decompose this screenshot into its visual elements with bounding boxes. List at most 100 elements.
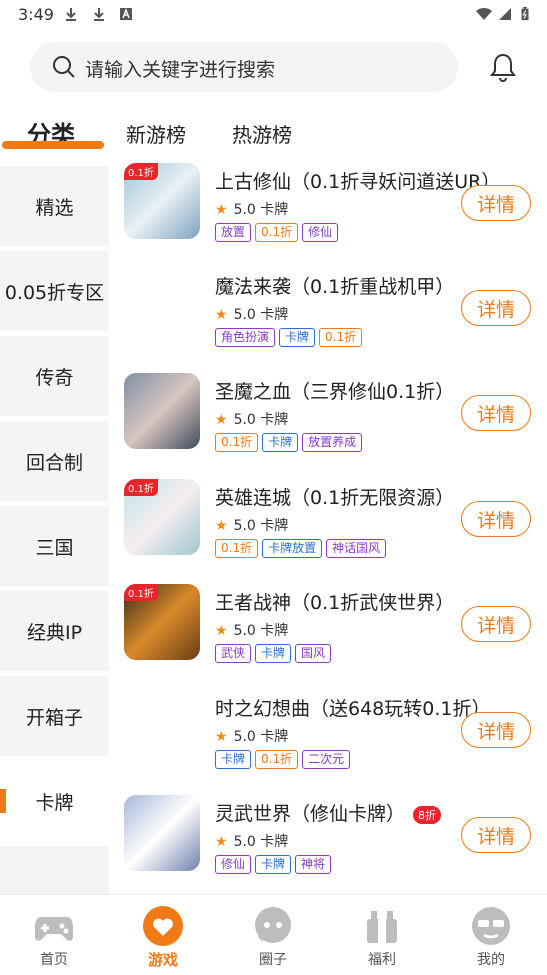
game-rating: ★ 5.0 卡牌 bbox=[215, 726, 288, 746]
signal-icon bbox=[499, 8, 511, 20]
game-icon[interactable] bbox=[124, 795, 200, 871]
game-title[interactable]: 灵武世界（修仙卡牌） 8折 bbox=[215, 799, 442, 826]
sidebar-item-open-box[interactable]: 开箱子 bbox=[0, 676, 109, 756]
detail-button[interactable]: 详情 bbox=[461, 712, 531, 748]
game-tag: 神将 bbox=[295, 855, 332, 874]
game-title-text: 英雄连城（0.1折无限资源） bbox=[215, 487, 455, 509]
nav-home[interactable]: 首页 bbox=[14, 905, 94, 969]
sidebar-item-turn-based[interactable]: 回合制 bbox=[0, 421, 109, 501]
game-title-text: 时之幻想曲（送648玩转0.1折） bbox=[215, 698, 491, 720]
rating-value: 5.0 bbox=[233, 834, 256, 850]
sidebar-item-005-zone[interactable]: 0.05折专区 bbox=[0, 251, 109, 331]
game-rating: ★ 5.0 卡牌 bbox=[215, 304, 288, 324]
nav-games[interactable]: 游戏 bbox=[123, 905, 203, 969]
search-placeholder: 请输入关键字进行搜索 bbox=[85, 59, 276, 81]
star-icon: ★ bbox=[215, 623, 228, 639]
game-title[interactable]: 魔法来袭（0.1折重战机甲） bbox=[215, 272, 454, 299]
sidebar-item-classic-ip[interactable]: 经典IP bbox=[0, 591, 109, 671]
battery-icon bbox=[521, 7, 529, 21]
game-tags: 放置 0.1折 修仙 bbox=[215, 223, 339, 242]
game-tag: 卡牌 bbox=[279, 328, 316, 347]
icon-badge: 0.1折 bbox=[124, 163, 158, 180]
game-title[interactable]: 王者战神（0.1折武侠世界） bbox=[215, 588, 454, 615]
discount-badge: 8折 bbox=[413, 805, 442, 824]
rating-value: 5.0 bbox=[233, 307, 256, 323]
nav-circle[interactable]: 圈子 bbox=[233, 905, 313, 969]
game-tag: 放置养成 bbox=[302, 433, 363, 452]
star-icon: ★ bbox=[215, 729, 228, 745]
star-icon: ★ bbox=[215, 202, 228, 218]
sidebar-item-idle[interactable]: 放置 bbox=[0, 846, 109, 894]
tab-hot-games[interactable]: 热游榜 bbox=[232, 119, 292, 148]
game-tags: 0.1折 卡牌 放置养成 bbox=[215, 433, 363, 452]
game-tag: 角色扮演 bbox=[215, 328, 276, 347]
sidebar-item-label: 0.05折专区 bbox=[4, 281, 105, 304]
bell-icon[interactable] bbox=[489, 52, 517, 82]
detail-button[interactable]: 详情 bbox=[461, 501, 531, 537]
game-row[interactable]: 时之幻想曲（送648玩转0.1折） ★ 5.0 卡牌 卡牌 0.1折 二次元 详情 bbox=[110, 690, 547, 795]
detail-button[interactable]: 详情 bbox=[461, 817, 531, 853]
game-title-text: 王者战神（0.1折武侠世界） bbox=[215, 592, 455, 614]
sidebar-item-label: 精选 bbox=[35, 196, 74, 219]
detail-button[interactable]: 详情 bbox=[461, 185, 531, 221]
genre-label: 卡牌 bbox=[260, 518, 289, 534]
star-icon: ★ bbox=[215, 412, 228, 428]
game-icon[interactable]: 0.1折 bbox=[124, 163, 200, 239]
tab-new-games[interactable]: 新游榜 bbox=[126, 119, 186, 148]
game-tags: 武侠 卡牌 国风 bbox=[215, 644, 332, 663]
game-rating: ★ 5.0 卡牌 bbox=[215, 831, 288, 851]
game-row[interactable]: 0.1折 英雄连城（0.1折无限资源） ★ 5.0 卡牌 0.1折 卡牌放置 神话国风 详情 bbox=[110, 479, 547, 584]
game-tag: 放置 bbox=[215, 223, 252, 242]
star-icon: ★ bbox=[215, 834, 228, 850]
category-sidebar: 精选 0.05折专区 传奇 回合制 三国 经典IP 开箱子 卡牌 放置 bbox=[0, 166, 110, 894]
search-bar[interactable]: 请输入关键字进行搜索 bbox=[30, 42, 458, 92]
game-tag: 0.1折 bbox=[215, 433, 259, 452]
game-title[interactable]: 时之幻想曲（送648玩转0.1折） bbox=[215, 694, 490, 721]
game-tag: 0.1折 bbox=[319, 328, 363, 347]
game-title[interactable]: 圣魔之血（三界修仙0.1折） bbox=[215, 377, 454, 404]
status-time: 3:49 bbox=[18, 5, 54, 24]
search-icon bbox=[53, 56, 75, 78]
game-tag: 卡牌 bbox=[255, 644, 292, 663]
game-icon[interactable]: 0.1折 bbox=[124, 479, 200, 555]
face-sunglasses-icon bbox=[472, 907, 510, 945]
detail-button[interactable]: 详情 bbox=[461, 290, 531, 326]
game-row[interactable]: 魔法来袭（0.1折重战机甲） ★ 5.0 卡牌 角色扮演 卡牌 0.1折 详情 bbox=[110, 268, 547, 373]
game-tag: 0.1折 bbox=[255, 223, 299, 242]
game-row[interactable]: 灵武世界（修仙卡牌） 8折 ★ 5.0 卡牌 修仙 卡牌 神将 详情 bbox=[110, 795, 547, 900]
sidebar-item-label: 三国 bbox=[35, 536, 74, 559]
genre-label: 卡牌 bbox=[260, 729, 289, 745]
sidebar-item-card[interactable]: 卡牌 bbox=[0, 761, 109, 841]
nav-welfare[interactable]: 福利 bbox=[342, 905, 422, 969]
game-row[interactable]: 0.1折 上古修仙（0.1折寻妖问道送UR） ★ 5.0 卡牌 放置 0.1折 修仙 详情 bbox=[110, 163, 547, 268]
game-title-text: 圣魔之血（三界修仙0.1折） bbox=[215, 381, 455, 403]
sidebar-item-label: 经典IP bbox=[26, 621, 83, 644]
game-tags: 角色扮演 卡牌 0.1折 bbox=[215, 328, 363, 347]
sidebar-item-featured[interactable]: 精选 bbox=[0, 166, 109, 246]
sidebar-item-legend[interactable]: 传奇 bbox=[0, 336, 109, 416]
game-row[interactable]: 0.1折 王者战神（0.1折武侠世界） ★ 5.0 卡牌武侠 卡牌 国风 详情 bbox=[110, 584, 547, 689]
game-rating: ★ 5.0 卡牌 bbox=[215, 620, 288, 640]
detail-button[interactable]: 详情 bbox=[461, 606, 531, 642]
rating-value: 5.0 bbox=[233, 729, 256, 745]
bottom-nav: 首页 游戏 圈子 福利 我的 bbox=[0, 894, 547, 975]
genre-label: 卡牌 bbox=[260, 623, 289, 639]
nav-label: 首页 bbox=[40, 952, 68, 968]
game-icon[interactable]: 0.1折 bbox=[124, 584, 200, 660]
game-icon[interactable] bbox=[124, 373, 200, 449]
detail-button[interactable]: 详情 bbox=[461, 395, 531, 431]
active-marker bbox=[0, 789, 6, 813]
game-tag: 0.1折 bbox=[215, 539, 259, 558]
nav-profile[interactable]: 我的 bbox=[451, 905, 531, 969]
game-title[interactable]: 上古修仙（0.1折寻妖问道送UR） bbox=[215, 167, 500, 194]
icon-badge: 0.1折 bbox=[124, 584, 158, 601]
game-title[interactable]: 英雄连城（0.1折无限资源） bbox=[215, 483, 454, 510]
game-title-text: 上古修仙（0.1折寻妖问道送UR） bbox=[215, 171, 501, 193]
nav-label: 福利 bbox=[368, 952, 396, 968]
sidebar-item-three-kingdoms[interactable]: 三国 bbox=[0, 506, 109, 586]
game-row[interactable]: 圣魔之血（三界修仙0.1折） ★ 5.0 卡牌 0.1折 卡牌 放置养成 详情 bbox=[110, 373, 547, 478]
notification-a-icon bbox=[120, 8, 132, 20]
genre-label: 卡牌 bbox=[260, 834, 289, 850]
download-icon bbox=[66, 8, 76, 21]
game-rating: ★ 5.0 卡牌 bbox=[215, 409, 288, 429]
